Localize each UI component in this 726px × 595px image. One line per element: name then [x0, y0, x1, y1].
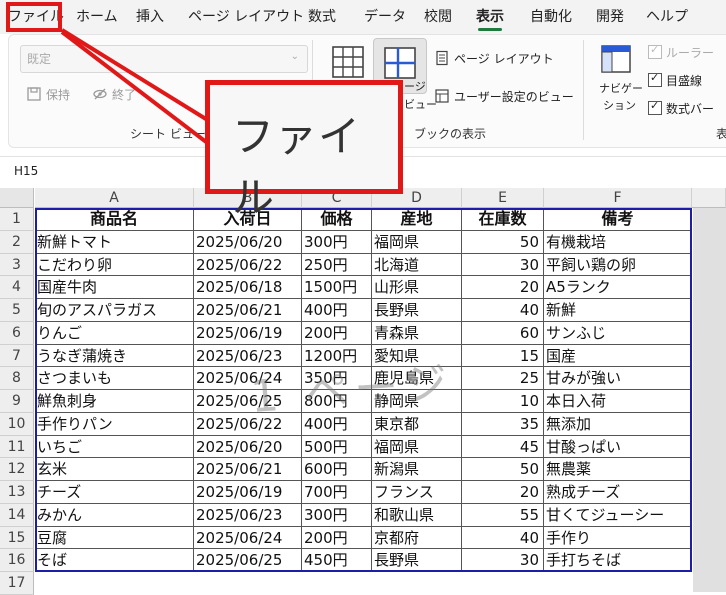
file-tab-highlight — [6, 2, 62, 32]
zoom-callout: ファイル — [205, 80, 403, 222]
callout-text: ファイル — [232, 112, 362, 222]
